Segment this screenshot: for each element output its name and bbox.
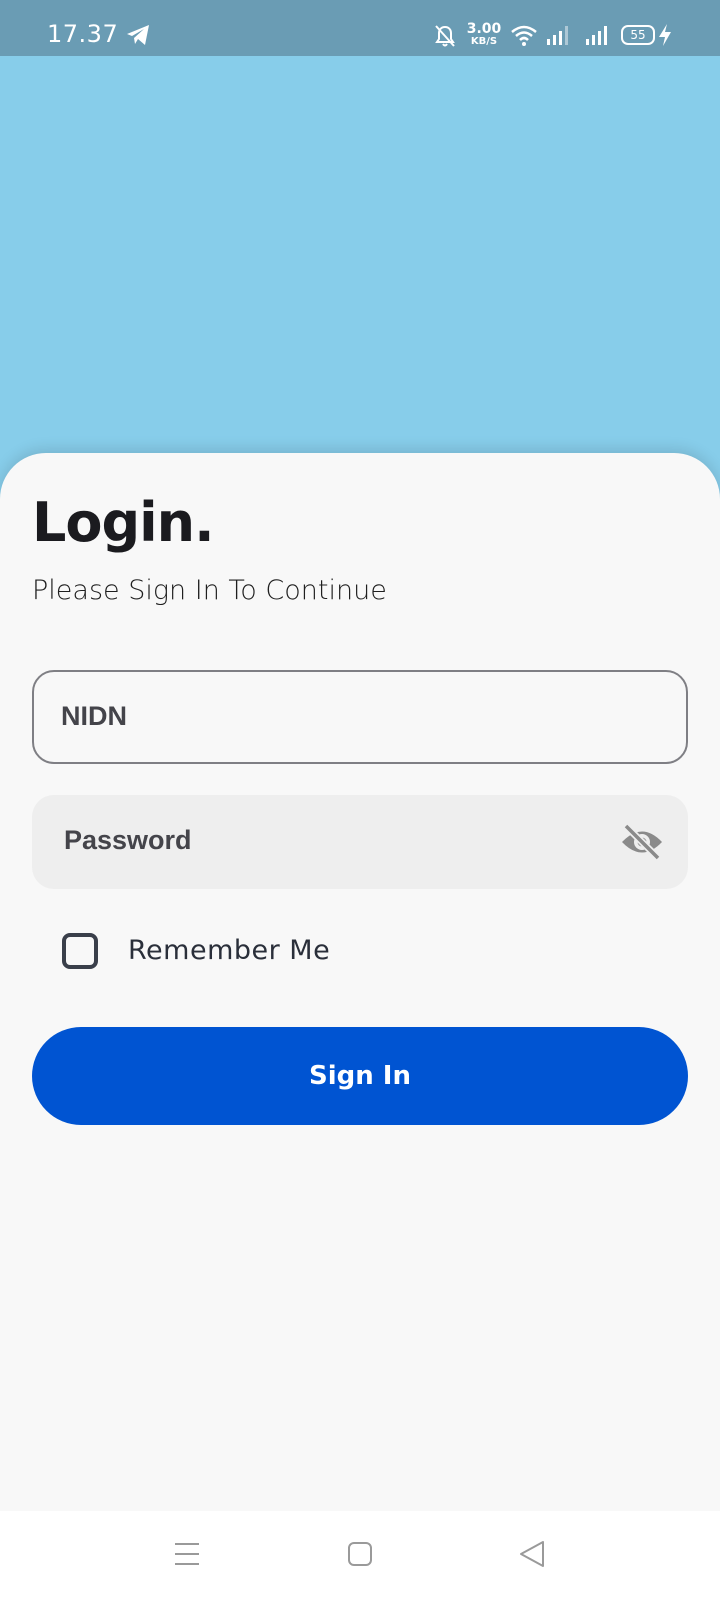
password-placeholder: Password: [64, 825, 192, 855]
remember-me-checkbox[interactable]: [62, 933, 98, 969]
sign-in-button[interactable]: Sign In: [32, 1027, 688, 1125]
bolt-icon: [659, 24, 671, 46]
nidn-placeholder: NIDN: [61, 701, 127, 731]
status-bar: 17.37 3.00 KB/S 55: [0, 0, 720, 56]
password-input[interactable]: Password: [32, 795, 688, 889]
battery-icon: 55: [621, 25, 655, 45]
telegram-icon: [127, 25, 149, 45]
remember-me-row[interactable]: Remember Me: [62, 931, 382, 971]
status-time: 17.37: [47, 20, 119, 48]
eye-off-icon[interactable]: [620, 823, 664, 861]
login-card: Login. Please Sign In To Continue NIDN P…: [0, 453, 720, 1511]
status-icons: 3.00 KB/S 55: [420, 0, 720, 56]
wifi-icon: [511, 25, 537, 46]
back-icon[interactable]: [519, 1540, 545, 1568]
home-icon[interactable]: [348, 1542, 372, 1566]
page-subtitle: Please Sign In To Continue: [32, 575, 387, 606]
network-speed-unit: KB/S: [470, 36, 498, 47]
remember-me-label[interactable]: Remember Me: [128, 935, 330, 966]
login-screen: 17.37 3.00 KB/S 55 Login. Please Sign In…: [0, 0, 720, 1600]
signal-icon: [547, 26, 568, 45]
network-speed-value: 3.00: [466, 21, 502, 37]
bell-off-icon: [435, 25, 455, 47]
navigation-bar: [0, 1511, 720, 1600]
nidn-input[interactable]: NIDN: [32, 670, 688, 764]
network-speed: 3.00 KB/S: [464, 22, 504, 47]
signal-icon: [586, 26, 607, 45]
menu-icon[interactable]: [174, 1541, 200, 1567]
page-title: Login.: [32, 491, 215, 554]
